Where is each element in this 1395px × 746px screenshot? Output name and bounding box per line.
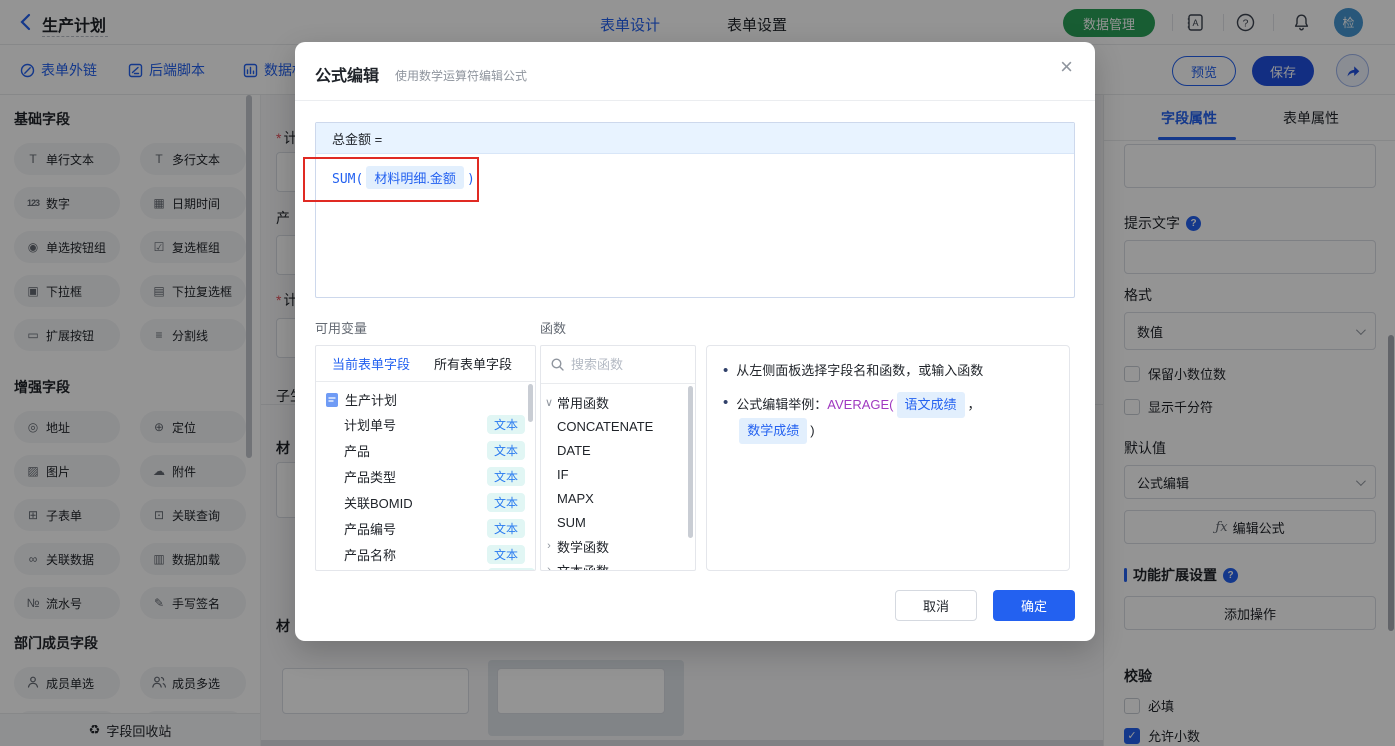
variable-row[interactable]: 产品编号 文本 [316,515,535,541]
type-badge: 文本 [486,544,525,564]
hint-example-prefix: 公式编辑举例： [736,397,828,412]
document-icon [326,392,338,407]
function-item[interactable]: IF [541,462,695,486]
app-root: 生产计划 表单设计 表单设置 数据管理 A ? 检 表单外链 后端脚本 数据权 [0,0,1395,746]
hint-line-2: • 公式编辑举例：AVERAGE(语文成绩 ， 数学成绩) [723,392,1053,444]
hint-example-close: ) [810,423,815,438]
bullet-icon: • [723,362,729,379]
caret-open-icon: ∨ [544,396,554,409]
functions-panel: ∨常用函数 CONCATENATE DATE IF MAPX SUM ›数学函数… [540,345,696,571]
caret-closed-icon: › [547,540,551,552]
modal-title: 公式编辑 [315,68,380,85]
function-item[interactable]: CONCATENATE [541,414,695,438]
example-chip: 数学成绩 [739,418,808,444]
modal-header-divider [295,100,1095,101]
variable-row[interactable]: 关联BOMID 文本 [316,489,535,515]
function-group-text[interactable]: › 文本函数 [541,558,695,571]
function-item[interactable]: SUM [541,510,695,534]
formula-fn-open: SUM( [332,172,364,187]
hints-panel: • 从左侧面板选择字段名和函数，或输入函数 • 公式编辑举例：AVERAGE(语… [706,345,1070,571]
function-group-common[interactable]: ∨ 常用函数 [541,390,695,414]
tab-all-form-fields[interactable]: 所有表单字段 [434,354,512,373]
function-search [541,346,695,384]
formula-editor[interactable]: 总金额 = SUM(材料明细.金额) [315,122,1075,298]
type-badge: 文本 [486,492,525,512]
type-badge: 文本 [486,518,525,538]
variable-row[interactable]: 产品 文本 [316,437,535,463]
example-chip: 语文成绩 [896,392,965,418]
bullet-icon: • [723,394,729,411]
functions-label: 函数 [540,321,567,336]
formula-fn-close: ) [466,172,475,187]
variables-scrollbar[interactable] [528,384,533,422]
formula-edit-modal: 公式编辑 使用数学运算符编辑公式 × 总金额 = SUM(材料明细.金额) 可用… [295,42,1095,641]
variables-label: 可用变量 [315,321,368,336]
caret-closed-icon: › [547,564,551,571]
type-badge: 文本 [486,414,525,434]
function-item[interactable]: MAPX [541,486,695,510]
variables-tabs: 当前表单字段 所有表单字段 [316,346,535,382]
hint-example-comma: ， [967,397,981,412]
search-icon [551,358,564,371]
formula-target: 总金额 = [316,123,1074,154]
type-badge: 文本 [486,466,525,486]
variable-row[interactable]: 产品名称 文本 [316,541,535,567]
hint-line-1: • 从左侧面板选择字段名和函数，或输入函数 [723,360,1053,382]
variable-row[interactable]: 产品类型 文本 [316,463,535,489]
tab-current-form-fields[interactable]: 当前表单字段 [332,354,410,373]
close-icon[interactable]: × [1060,56,1073,78]
function-group-math[interactable]: › 数学函数 [541,534,695,558]
confirm-button[interactable]: 确定 [993,590,1075,621]
formula-expression[interactable]: SUM(材料明细.金额) [316,154,1074,201]
functions-scrollbar[interactable] [688,386,693,538]
variables-panel: 当前表单字段 所有表单字段 生产计划 计划单号 文本 产品 文本 产品类型 文本 关联… [315,345,536,571]
modal-subtitle: 使用数学运算符编辑公式 [395,69,528,83]
clipped-next-row [488,568,535,570]
cancel-button[interactable]: 取消 [895,590,977,621]
type-badge: 文本 [486,440,525,460]
function-item[interactable]: DATE [541,438,695,462]
function-search-input[interactable] [571,357,671,372]
formula-field-chip[interactable]: 材料明细.金额 [366,166,464,189]
hint-example-fn: AVERAGE( [827,397,894,412]
tree-root-form[interactable]: 生产计划 [316,382,535,411]
variable-row[interactable]: 计划单号 文本 [316,411,535,437]
